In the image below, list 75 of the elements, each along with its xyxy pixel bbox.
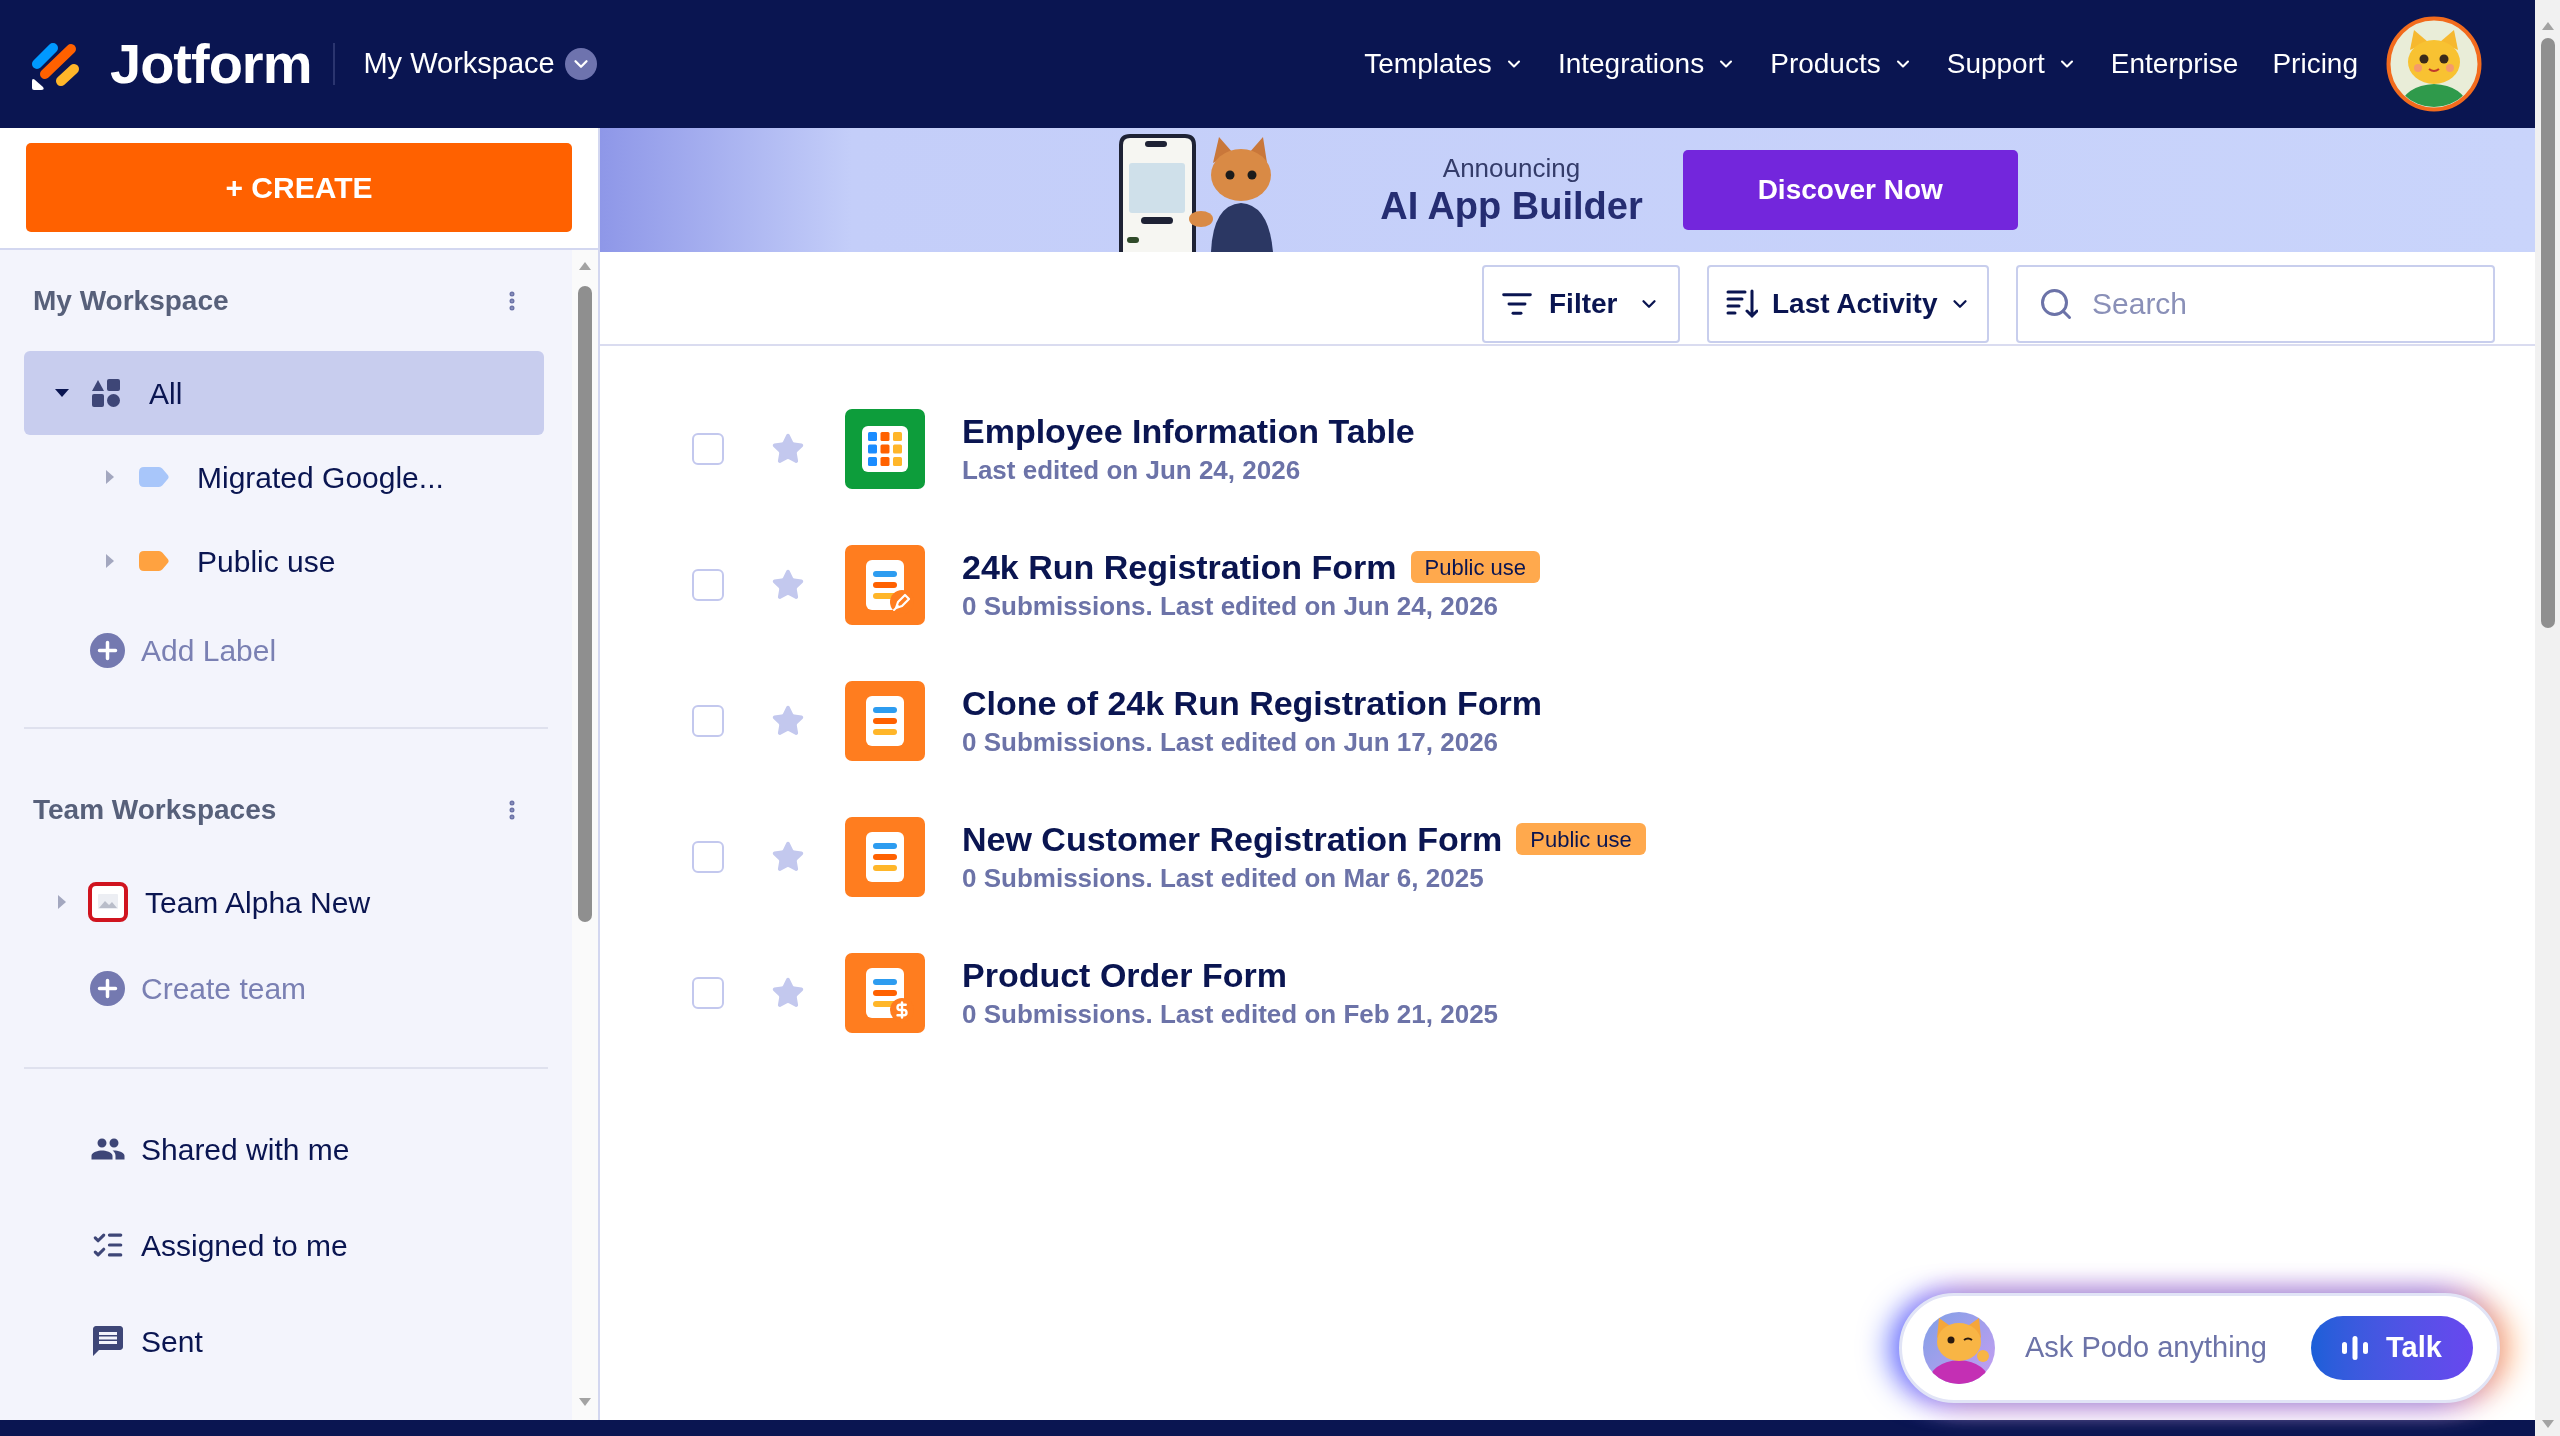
star-icon[interactable] [771, 432, 805, 466]
add-icon [90, 970, 125, 1006]
form-title[interactable]: Employee Information Table [962, 410, 1415, 452]
nav-link[interactable]: Pricing [2272, 43, 2358, 85]
form-icon [845, 817, 925, 897]
checkbox[interactable] [692, 705, 724, 737]
label-tag: Public use [1410, 551, 1541, 583]
table-icon [845, 409, 925, 489]
nav-link[interactable]: Products [1770, 43, 1913, 85]
checkbox[interactable] [692, 977, 724, 1009]
filter-button[interactable]: Filter [1482, 265, 1680, 343]
label-tag: Public use [1516, 823, 1646, 855]
sidebar-link[interactable]: Shared with me [24, 1101, 544, 1197]
sort-icon [1726, 289, 1758, 319]
nav-link[interactable]: Enterprise [2110, 43, 2239, 85]
scrollbar-track[interactable] [2535, 0, 2560, 1436]
talk-button[interactable]: Talk [2311, 1316, 2473, 1380]
voice-bars-icon [2342, 1336, 2369, 1360]
grid-shapes-icon [91, 379, 121, 407]
nav-link[interactable]: Support [1946, 43, 2077, 85]
section-title: My Workspace [33, 283, 229, 318]
add-icon [90, 632, 125, 668]
team-image-icon [88, 882, 128, 922]
workspace-dropdown[interactable]: My Workspace [363, 42, 597, 86]
cat-avatar-icon [1923, 1312, 1995, 1384]
form-meta: Last edited on Jun 24, 2026 [962, 454, 1302, 487]
caret-right-icon[interactable] [58, 895, 66, 909]
tree-item[interactable]: Migrated Google... [24, 435, 544, 519]
scroll-up-icon[interactable] [579, 262, 591, 270]
cat-avatar-icon[interactable] [2386, 16, 2482, 112]
search-icon [2038, 286, 2074, 322]
scroll-up-icon[interactable] [2541, 22, 2554, 30]
scrollbar-thumb[interactable] [578, 286, 592, 922]
form-meta: 0 Submissions. Last edited on Jun 17, 2026 [962, 726, 1500, 759]
tree-item[interactable]: Public use [24, 519, 544, 603]
sort-button[interactable]: Last Activity [1707, 265, 1989, 343]
form-title[interactable]: Product Order Form [962, 954, 1287, 996]
sidebar-link[interactable]: Sent [24, 1293, 544, 1389]
checkbox[interactable] [692, 569, 724, 601]
discover-now-button[interactable]: Discover Now [1682, 150, 2018, 230]
assistant-prompt: Ask Podo anything [2025, 1330, 2267, 1366]
caret-down-icon[interactable] [55, 389, 69, 397]
star-icon[interactable] [771, 840, 805, 874]
checkbox[interactable] [692, 841, 724, 873]
star-icon[interactable] [771, 568, 805, 602]
scroll-down-icon[interactable] [579, 1398, 591, 1406]
tree-item[interactable]: All [24, 351, 544, 435]
nav-link[interactable]: Templates [1364, 43, 1524, 85]
logo-text[interactable]: Jotform [110, 36, 312, 92]
chevron-icon [564, 48, 597, 80]
form-meta: 0 Submissions. Last edited on Feb 21, 2025 [962, 998, 1499, 1031]
search-field[interactable]: Search [2016, 265, 2495, 343]
form-title[interactable]: 24k Run Registration Form [962, 546, 1397, 588]
section-title: Team Workspaces [33, 793, 277, 827]
form-meta: 0 Submissions. Last edited on Mar 6, 2025 [962, 862, 1485, 895]
form-title[interactable]: Clone of 24k Run Registration Form [962, 682, 1542, 724]
form-pen-icon [845, 545, 925, 625]
star-icon[interactable] [771, 976, 805, 1010]
form-dollar-icon [845, 953, 925, 1033]
form-title[interactable]: New Customer Registration Form [962, 818, 1503, 860]
form-icon [845, 681, 925, 761]
caret-right-icon[interactable] [106, 470, 114, 484]
scroll-down-icon[interactable] [2541, 1420, 2554, 1428]
star-icon[interactable] [771, 704, 805, 738]
assistant-bar[interactable]: Ask Podo anything Talk [1899, 1293, 2500, 1403]
sidebar-link[interactable]: Assigned to me [24, 1197, 544, 1293]
caret-right-icon[interactable] [106, 554, 114, 568]
team-item[interactable]: Team Alpha New [24, 860, 544, 944]
scrollbar-thumb[interactable] [2540, 38, 2555, 628]
nav-link[interactable]: Integrations [1557, 43, 1737, 85]
checkbox[interactable] [692, 433, 724, 465]
banner-eyebrow: Announcing [1442, 152, 1581, 184]
scrollbar-track[interactable] [572, 250, 598, 1420]
form-meta: 0 Submissions. Last edited on Jun 24, 2026 [962, 590, 1500, 623]
banner-title: AI App Builder [1380, 184, 1643, 228]
